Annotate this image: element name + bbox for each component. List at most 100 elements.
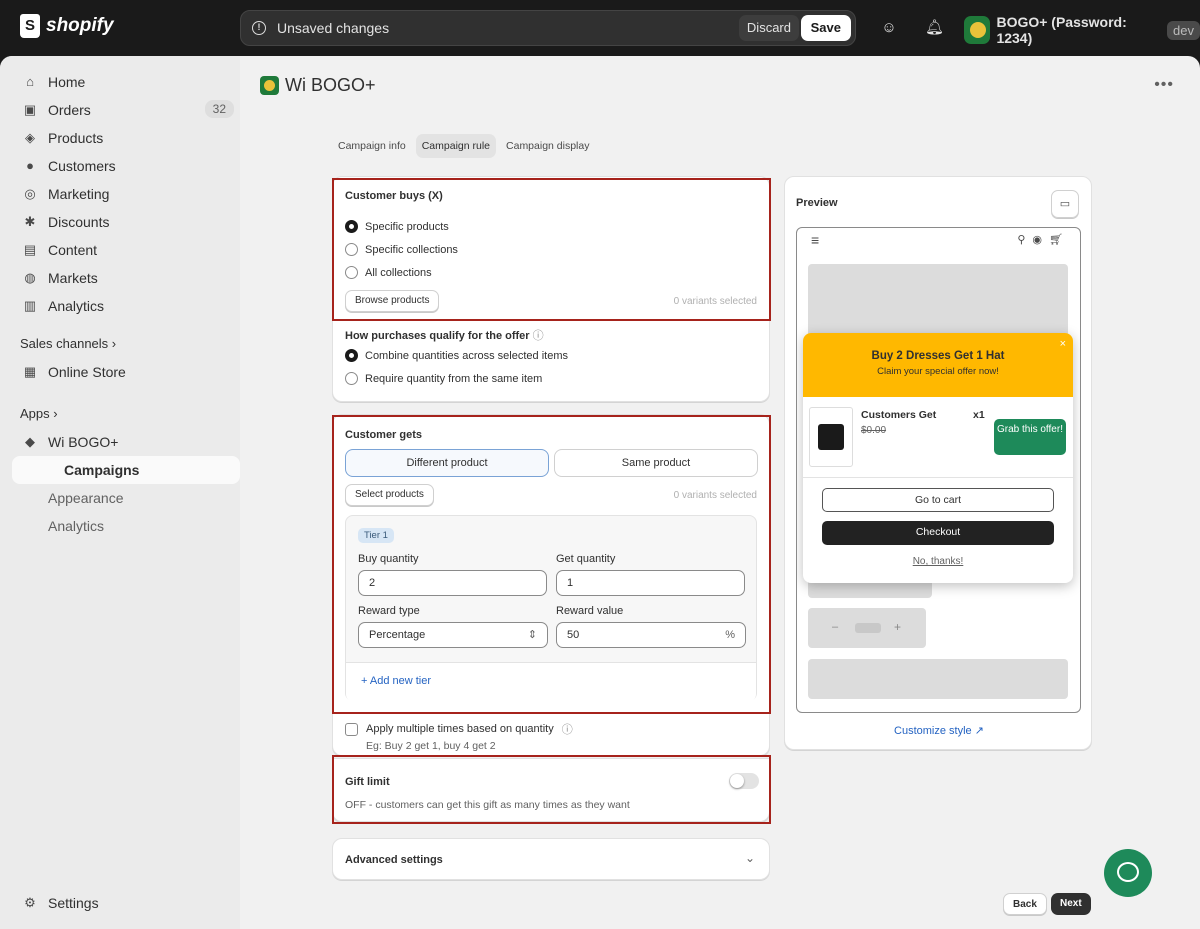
- tab-campaign-rule[interactable]: Campaign rule: [415, 134, 497, 158]
- reward-value-label: Reward value: [556, 605, 624, 617]
- go-to-cart-button[interactable]: Go to cart: [822, 488, 1054, 512]
- alert-icon: !: [252, 21, 266, 35]
- bogo-popup: Buy 2 Dresses Get 1 Hat Claim your speci…: [803, 333, 1073, 583]
- bell-icon[interactable]: 🔔︎: [925, 19, 944, 37]
- percent-suffix: %: [725, 629, 735, 641]
- gear-icon: ⚙: [24, 895, 36, 910]
- discard-button[interactable]: Discard: [738, 15, 799, 41]
- preview-card: Preview ▭ ≡ ⚲◉🛒︎ – + Buy 2 Dresses Get 1…: [784, 176, 1092, 750]
- external-link-icon: ↗: [974, 725, 984, 737]
- more-actions-icon[interactable]: •••: [1154, 76, 1174, 94]
- sidebar-item-appearance[interactable]: Appearance: [12, 484, 240, 512]
- sidebar-item-online-store[interactable]: ▦ Online Store: [12, 358, 240, 386]
- radio-combine-quantities[interactable]: Combine quantities across selected items: [345, 344, 568, 367]
- radio-same-item[interactable]: Require quantity from the same item: [345, 367, 568, 390]
- quantity-stepper: – +: [808, 608, 926, 648]
- sidebar-item-settings[interactable]: ⚙ Settings: [12, 889, 240, 917]
- popup-banner: Buy 2 Dresses Get 1 Hat Claim your speci…: [803, 333, 1073, 397]
- preview-title: Preview: [796, 197, 838, 209]
- gift-limit-desc: OFF - customers can get this gift as man…: [345, 799, 630, 811]
- info-icon[interactable]: ⓘ: [533, 330, 544, 342]
- campaign-tabs: Campaign info Campaign rule Campaign dis…: [332, 134, 595, 158]
- customer-buys-card: Customer buys (X) Specific products Spec…: [332, 176, 770, 402]
- customer-buys-title: Customer buys (X): [345, 190, 443, 202]
- seg-same-product[interactable]: Same product: [554, 449, 758, 477]
- no-thanks-link[interactable]: No, thanks!: [803, 556, 1073, 567]
- back-button[interactable]: Back: [1003, 893, 1047, 915]
- menu-icon: ≡: [811, 232, 820, 248]
- select-products-button[interactable]: Select products: [345, 484, 434, 506]
- sidebar-item-marketing[interactable]: ◎ Marketing: [12, 180, 240, 208]
- sidebar-item-home[interactable]: ⌂ Home: [12, 68, 240, 96]
- apply-example: Eg: Buy 2 get 1, buy 4 get 2: [366, 740, 496, 752]
- tab-campaign-display[interactable]: Campaign display: [500, 134, 595, 158]
- gift-price: $0.00: [861, 425, 887, 436]
- sidebar-item-discounts[interactable]: ✱ Discounts: [12, 208, 240, 236]
- radio-specific-collections[interactable]: Specific collections: [345, 238, 458, 261]
- tier-panel: Tier 1 Buy quantity 2 Get quantity 1 Rew…: [345, 515, 757, 702]
- env-badge: dev: [1167, 20, 1200, 40]
- radio-specific-products[interactable]: Specific products: [345, 215, 458, 238]
- sidebar-item-analytics[interactable]: ▥ Analytics: [12, 292, 240, 320]
- grab-offer-button[interactable]: Grab this offer!: [994, 419, 1066, 455]
- gift-limit-card: Gift limit OFF - customers can get this …: [332, 758, 770, 822]
- gift-limit-toggle[interactable]: [729, 773, 759, 789]
- product-image-placeholder: [808, 264, 1068, 344]
- sidebar-item-orders[interactable]: ▣ Orders 32: [12, 96, 240, 124]
- sales-channels-heading[interactable]: Sales channels ›: [20, 336, 116, 351]
- store-icon: ▦: [23, 364, 37, 379]
- apply-multiple-row: Apply multiple times based on quantity ⓘ: [345, 721, 573, 737]
- apps-heading[interactable]: Apps ›: [20, 406, 58, 421]
- gift-product-name: Customers Get: [861, 409, 937, 421]
- sidebar-item-customers[interactable]: ● Customers: [12, 152, 240, 180]
- unsaved-text: Unsaved changes: [277, 20, 390, 36]
- image-placeholder-icon: [818, 424, 844, 450]
- sidebar-item-campaigns[interactable]: Campaigns: [12, 456, 240, 484]
- buy-quantity-input[interactable]: 2: [358, 570, 547, 596]
- sidebar-item-products[interactable]: ◈ Products: [12, 124, 240, 152]
- globe-icon: ◍: [24, 270, 36, 285]
- apply-multiple-checkbox[interactable]: [345, 722, 358, 736]
- store-menu[interactable]: BOGO+ (Password: 1234) dev: [964, 14, 1200, 46]
- chevron-down-icon: ⌄: [744, 851, 755, 865]
- close-icon[interactable]: ×: [1060, 338, 1066, 350]
- tab-campaign-info[interactable]: Campaign info: [332, 134, 412, 158]
- gets-variants-count: 0 variants selected: [673, 490, 757, 501]
- buy-quantity-label: Buy quantity: [358, 553, 419, 565]
- radio-all-collections[interactable]: All collections: [345, 261, 458, 284]
- reward-type-select[interactable]: Percentage ⇕: [358, 622, 548, 648]
- get-quantity-input[interactable]: 1: [556, 570, 745, 596]
- sidebar-item-wi-bogo[interactable]: ◆ Wi BOGO+: [12, 428, 240, 456]
- main-content: Wi BOGO+ ••• Campaign info Campaign rule…: [240, 56, 1200, 929]
- discount-icon: ✱: [24, 214, 36, 229]
- sidekick-icon[interactable]: ☺: [880, 19, 898, 37]
- store-avatar: [964, 16, 991, 44]
- device-toggle-icon[interactable]: ▭: [1051, 190, 1079, 218]
- sidebar-item-app-analytics[interactable]: Analytics: [12, 512, 240, 540]
- qualify-title: How purchases qualify for the offer ⓘ: [345, 330, 544, 342]
- info-icon[interactable]: ⓘ: [562, 721, 573, 737]
- customize-style-link[interactable]: Customize style ↗: [785, 724, 1093, 737]
- shopify-logo[interactable]: shopify: [20, 14, 114, 38]
- sidebar-item-markets[interactable]: ◍ Markets: [12, 264, 240, 292]
- next-button[interactable]: Next: [1051, 893, 1091, 915]
- chart-icon: ▥: [23, 298, 37, 313]
- reward-value-input[interactable]: 50%: [556, 622, 746, 648]
- help-chat-icon[interactable]: [1104, 849, 1152, 897]
- seg-different-product[interactable]: Different product: [345, 449, 549, 477]
- save-button[interactable]: Save: [800, 15, 851, 41]
- add-to-cart-placeholder: [808, 659, 1068, 699]
- sidebar-item-content[interactable]: ▤ Content: [12, 236, 240, 264]
- checkout-button[interactable]: Checkout: [822, 521, 1054, 545]
- image-icon: ▤: [23, 242, 37, 257]
- app-logo-icon: [260, 76, 279, 95]
- gift-qty: x1: [973, 409, 985, 421]
- tag-icon: ◈: [25, 130, 35, 145]
- top-bar: shopify ! Unsaved changes Discard Save ☺…: [0, 0, 1200, 56]
- orders-badge: 32: [204, 100, 234, 118]
- browse-products-button[interactable]: Browse products: [345, 290, 440, 312]
- orders-icon: ▣: [23, 102, 37, 117]
- advanced-settings-card[interactable]: Advanced settings ⌄: [332, 838, 770, 880]
- chevron-right-icon: ›: [111, 336, 117, 351]
- add-new-tier-button[interactable]: + Add new tier: [346, 662, 756, 702]
